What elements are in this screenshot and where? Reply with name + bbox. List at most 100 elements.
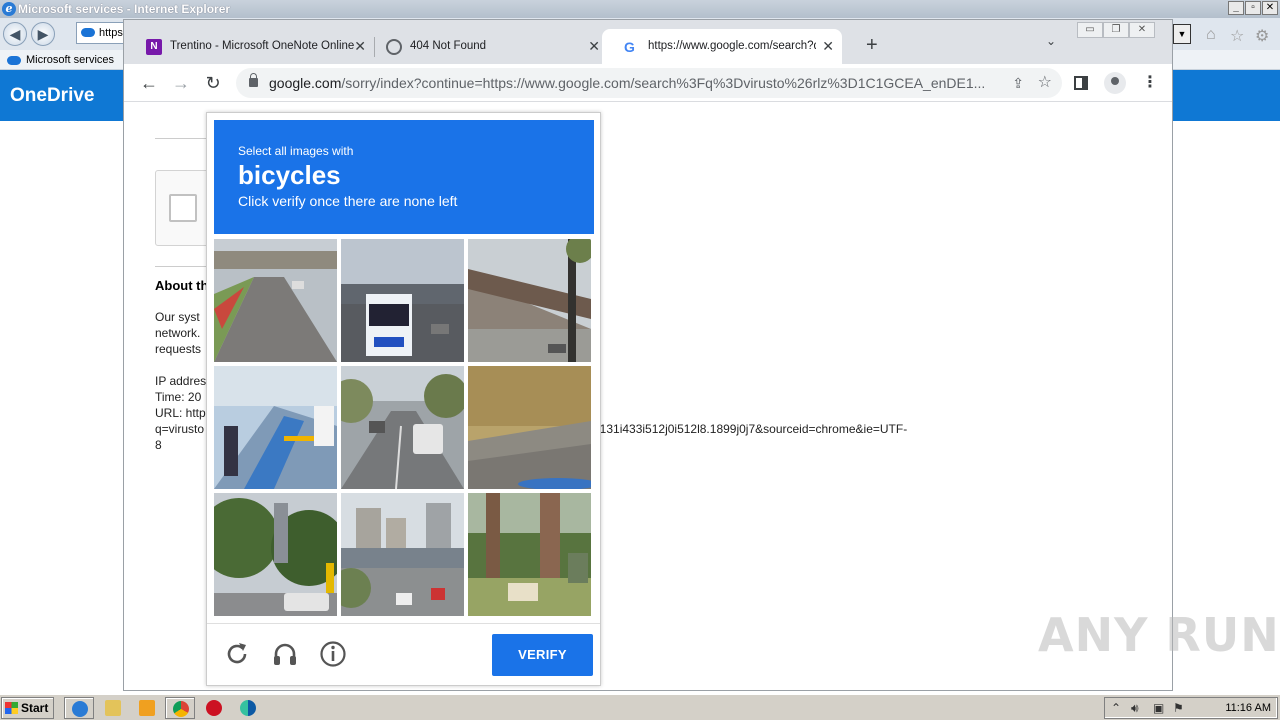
challenge-image-grid xyxy=(214,239,592,617)
system-tray: ⌃ 🔊︎ ▣ ⚑ 11:16 AM xyxy=(1104,697,1278,719)
tile-image xyxy=(468,493,591,616)
tile-station-platform[interactable] xyxy=(468,239,591,362)
info-line-url: URL: http xyxy=(155,406,206,420)
maximize-button[interactable]: ▫ xyxy=(1245,1,1261,15)
recaptcha-challenge: Select all images with bicycles Click ve… xyxy=(206,112,601,686)
home-icon[interactable]: ⌂ xyxy=(1206,26,1216,44)
favorites-star-icon[interactable]: ☆ xyxy=(1230,26,1244,46)
ie-titlebar: e Microsoft services - Internet Explorer… xyxy=(0,0,1280,18)
restore-button[interactable]: ❐ xyxy=(1103,22,1129,38)
taskbar-opera-icon[interactable] xyxy=(199,697,229,719)
tile-tree-trunks[interactable] xyxy=(468,493,591,616)
chrome-window-controls: ▭ ❐ ✕ xyxy=(1077,22,1155,38)
back-arrow-icon[interactable]: ← xyxy=(136,70,162,96)
tile-trees-street[interactable] xyxy=(214,493,337,616)
lock-icon[interactable] xyxy=(249,73,258,87)
tab-google-search[interactable]: G https://www.google.com/search?q= ✕ xyxy=(602,29,842,64)
info-line-url-end: 8 xyxy=(155,438,162,452)
close-tab-icon[interactable]: ✕ xyxy=(588,29,600,64)
profile-avatar-icon[interactable] xyxy=(1104,72,1126,94)
clock[interactable]: 11:16 AM xyxy=(1225,702,1271,714)
reload-challenge-icon[interactable] xyxy=(223,640,251,668)
info-icon[interactable] xyxy=(319,640,347,668)
anyrun-watermark: ANY RUN xyxy=(1038,608,1280,662)
url-path: /sorry/index?continue=https://www.google… xyxy=(341,75,986,91)
tray-expand-icon[interactable]: ⌃ xyxy=(1111,701,1121,715)
tile-image xyxy=(214,493,337,616)
url-host: google.com xyxy=(269,75,342,91)
minimize-button[interactable]: ▭ xyxy=(1077,22,1103,38)
verify-button[interactable]: VERIFY xyxy=(492,634,593,676)
taskbar-explorer-icon[interactable] xyxy=(98,697,128,719)
taskbar-edge-icon[interactable] xyxy=(233,697,263,719)
tile-image xyxy=(341,239,464,362)
explanation-line: requests xyxy=(155,342,202,356)
side-panel-icon[interactable] xyxy=(1074,76,1088,90)
close-tab-icon[interactable]: ✕ xyxy=(822,29,834,64)
forward-arrow-icon[interactable]: → xyxy=(168,70,194,96)
address-bar[interactable]: google.com/sorry/index?continue=https://… xyxy=(236,68,1062,98)
challenge-instruction: Select all images with xyxy=(238,144,354,158)
new-tab-plus-icon[interactable]: + xyxy=(866,34,878,57)
tab-search-chevron-icon[interactable]: ⌄ xyxy=(1046,34,1056,48)
tile-image xyxy=(214,239,337,362)
share-icon[interactable]: ⇪ xyxy=(1012,68,1024,98)
ie-address-dropdown-button[interactable]: ▼ xyxy=(1173,24,1191,44)
reload-icon[interactable]: ↻ xyxy=(200,70,226,96)
action-center-flag-icon[interactable]: ⚑ xyxy=(1173,701,1184,715)
minimize-button[interactable]: _ xyxy=(1228,1,1244,15)
chrome-toolbar: ← → ↻ google.com/sorry/index?continue=ht… xyxy=(124,64,1172,102)
tile-bike-share-dock[interactable] xyxy=(214,366,337,489)
settings-gear-icon[interactable]: ⚙ xyxy=(1255,26,1269,46)
ie-icon: e xyxy=(2,2,16,16)
info-line-ip: IP addres xyxy=(155,374,207,388)
tile-city-bus[interactable] xyxy=(341,239,464,362)
info-line-time: Time: 20 xyxy=(155,390,202,404)
tile-image xyxy=(341,366,464,489)
challenge-header: Select all images with bicycles Click ve… xyxy=(214,120,594,234)
onenote-icon: N xyxy=(146,39,162,55)
windows-flag-icon xyxy=(5,702,18,714)
tile-grass-field[interactable] xyxy=(468,366,591,489)
ie-back-button[interactable]: ◀ xyxy=(3,22,27,46)
onedrive-cloud-icon xyxy=(81,28,95,37)
tile-street-traffic[interactable] xyxy=(341,366,464,489)
tab-onenote[interactable]: N Trentino - Microsoft OneNote Online ✕ xyxy=(124,29,374,64)
close-button[interactable]: ✕ xyxy=(1129,22,1155,38)
onedrive-logo-text[interactable]: OneDrive xyxy=(10,85,94,107)
ie-address-bar[interactable]: https xyxy=(76,22,126,44)
tab-404[interactable]: 404 Not Found ✕ xyxy=(364,29,608,64)
chrome-tab-strip: N Trentino - Microsoft OneNote Online ✕ … xyxy=(124,20,1172,64)
network-icon[interactable]: ▣ xyxy=(1153,701,1164,715)
tile-road-overpass[interactable] xyxy=(214,239,337,362)
explanation-line: network. xyxy=(155,326,201,340)
tab-label: 404 Not Found xyxy=(410,40,487,52)
more-menu-icon[interactable]: ⋮ xyxy=(1142,72,1158,92)
ie-address-text: https xyxy=(99,27,123,39)
ie-tab[interactable]: Microsoft services xyxy=(2,51,122,69)
ie-window-title: Microsoft services - Internet Explorer xyxy=(18,2,231,16)
globe-icon xyxy=(386,39,402,55)
info-line-url-cont: q=virusto xyxy=(155,422,205,436)
taskbar-chrome-icon[interactable] xyxy=(165,697,195,719)
start-button[interactable]: Start xyxy=(1,697,54,719)
taskbar: Start ⌃ 🔊︎ ▣ ⚑ 11:16 AM xyxy=(0,694,1280,720)
tile-image xyxy=(214,366,337,489)
about-heading: About th xyxy=(155,278,209,293)
tile-highway-city[interactable] xyxy=(341,493,464,616)
close-button[interactable]: ✕ xyxy=(1262,1,1278,15)
audio-challenge-icon[interactable] xyxy=(271,640,299,668)
ie-forward-button[interactable]: ▶ xyxy=(31,22,55,46)
ie-tab-label: Microsoft services xyxy=(26,54,115,66)
challenge-target-object: bicycles xyxy=(238,160,341,190)
challenge-footer: VERIFY xyxy=(207,623,600,685)
taskbar-media-player-icon[interactable] xyxy=(132,697,162,719)
start-label: Start xyxy=(21,701,49,715)
tab-label: Trentino - Microsoft OneNote Online xyxy=(170,40,355,52)
recaptcha-checkbox[interactable] xyxy=(169,194,197,222)
volume-icon[interactable]: 🔊︎ xyxy=(1131,701,1139,716)
bookmark-star-icon[interactable]: ☆ xyxy=(1038,68,1052,98)
taskbar-ie-icon[interactable] xyxy=(64,697,94,719)
tile-image xyxy=(341,493,464,616)
onedrive-cloud-icon xyxy=(7,56,21,65)
